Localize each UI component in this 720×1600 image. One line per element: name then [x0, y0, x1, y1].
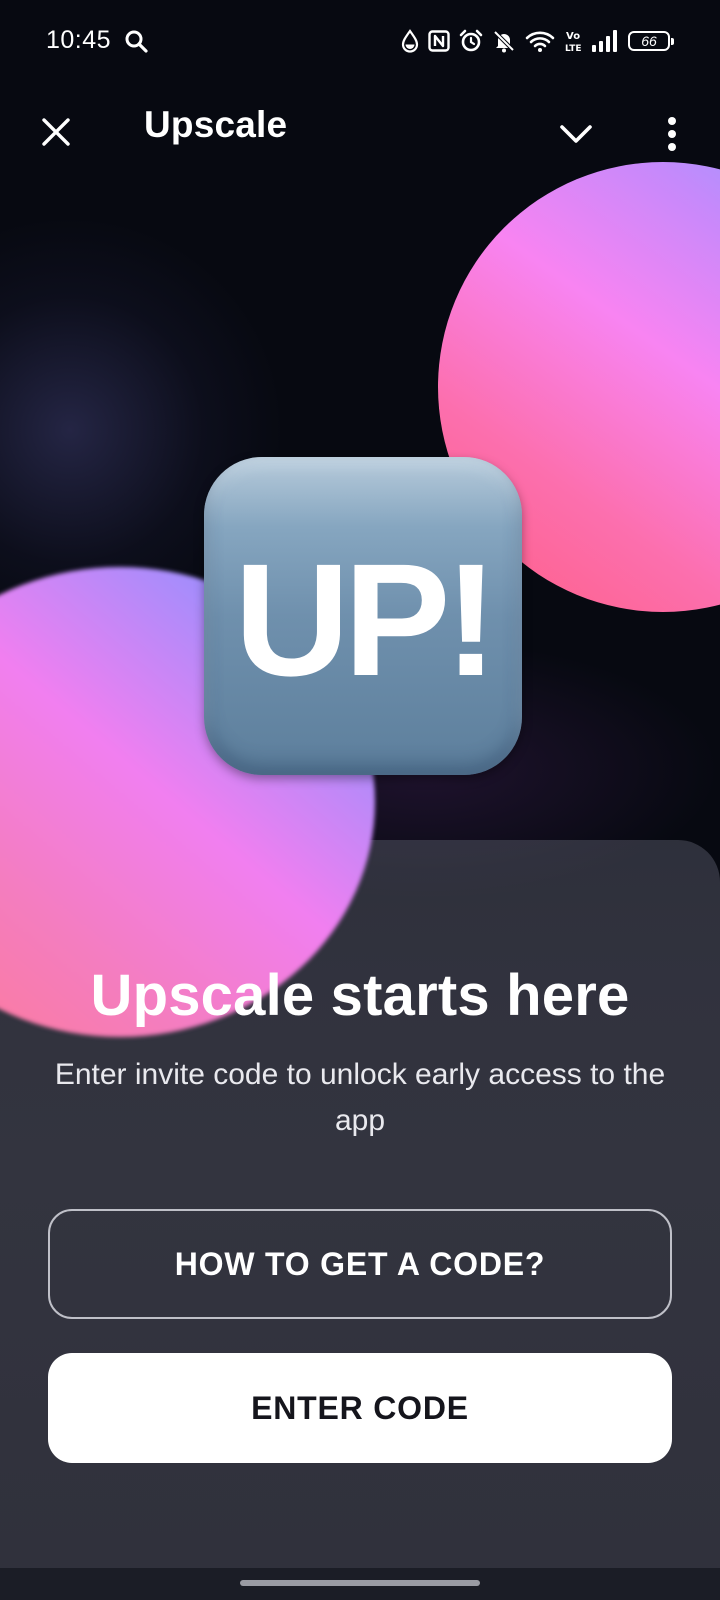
alarm-icon — [459, 29, 483, 52]
app-title: Upscale — [144, 104, 288, 145]
subtitle: Enter invite code to unlock early access… — [54, 1058, 666, 1137]
app-logo: UP! — [204, 457, 522, 775]
data-saver-icon — [401, 29, 419, 53]
status-time: 10:45 — [46, 26, 112, 54]
enter-code-button[interactable]: ENTER CODE — [48, 1353, 672, 1463]
collapse-button[interactable] — [550, 108, 602, 160]
headline: Upscale starts here — [90, 963, 630, 1028]
close-button[interactable] — [30, 106, 82, 158]
more-options-button[interactable] — [646, 108, 698, 160]
logo-text: UP! — [234, 530, 498, 709]
app-bar: Upscale — [0, 84, 720, 174]
chevron-down-icon — [560, 125, 592, 143]
status-bar: 10:45 Vo LTE 66 — [0, 0, 720, 84]
battery-icon: 66 — [628, 31, 674, 51]
signal-icon — [592, 30, 617, 52]
volte-icon: Vo LTE — [565, 31, 582, 54]
svg-text:Vo: Vo — [566, 31, 580, 42]
mute-icon — [493, 30, 515, 53]
svg-text:LTE: LTE — [565, 44, 582, 54]
wifi-icon — [525, 31, 555, 52]
close-icon — [42, 118, 70, 146]
status-icons: Vo LTE 66 — [401, 26, 674, 56]
home-indicator[interactable] — [240, 1580, 480, 1586]
search-icon — [125, 30, 148, 53]
more-vertical-icon — [668, 117, 676, 151]
how-to-get-code-button[interactable]: HOW TO GET A CODE? — [48, 1209, 672, 1319]
screen: 10:45 Vo LTE 66 Upscale UP! Upscale star… — [0, 0, 720, 1600]
nfc-icon — [428, 30, 450, 52]
